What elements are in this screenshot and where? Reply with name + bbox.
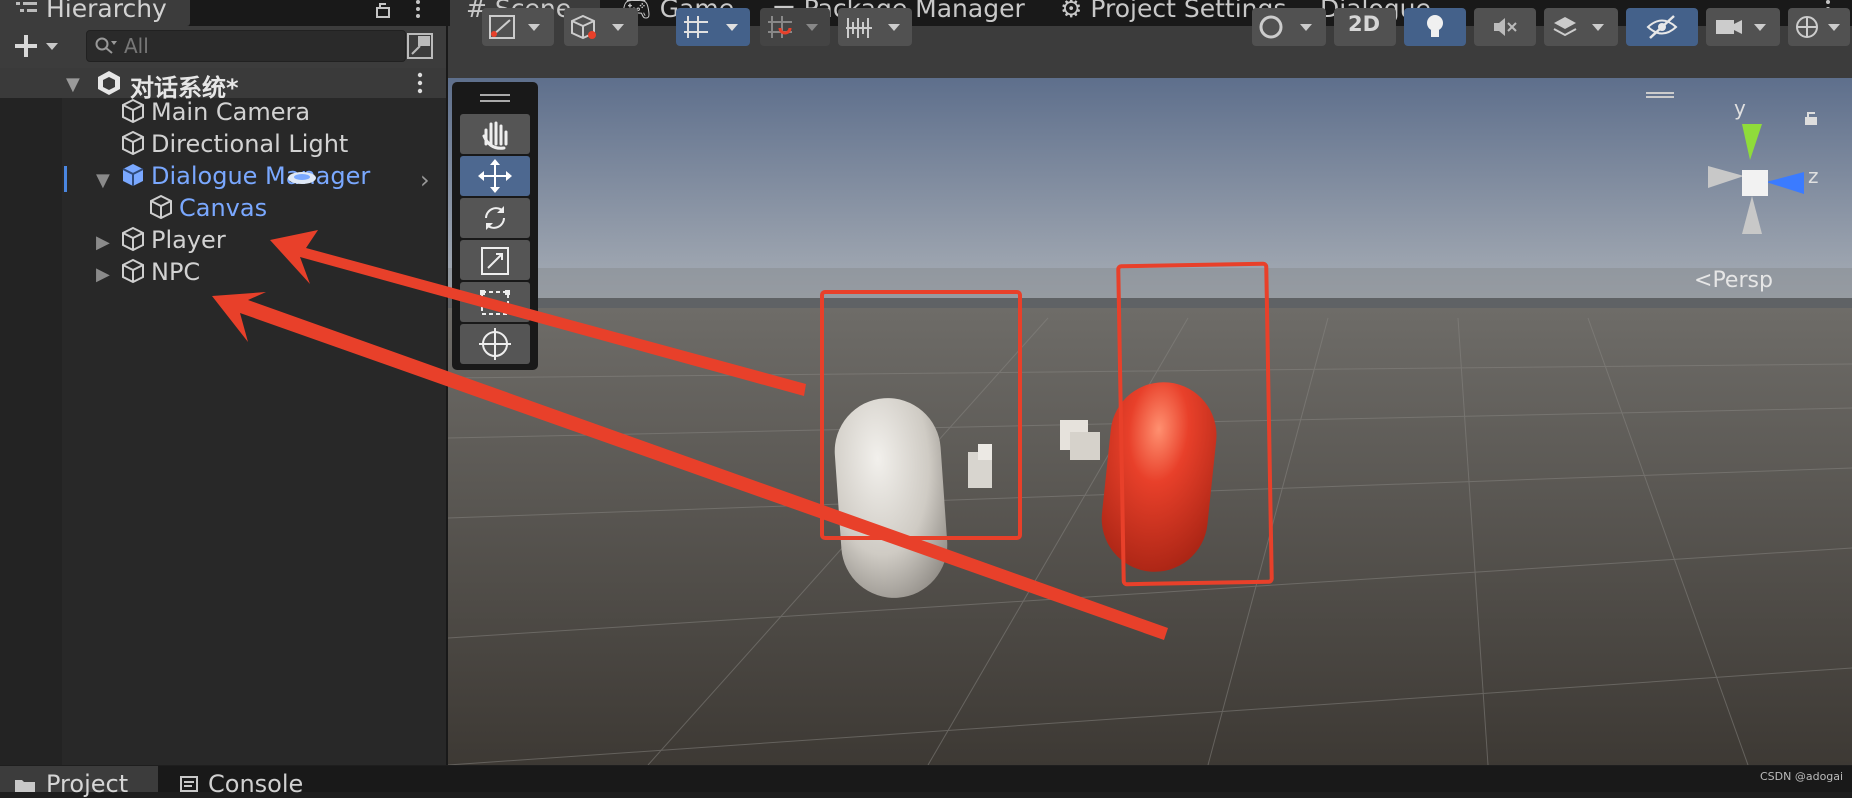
tab-project[interactable]: Project	[0, 766, 158, 798]
tab-project-label: Project	[46, 770, 129, 798]
tab-console-label: Console	[208, 770, 304, 798]
arrow-to-player	[270, 230, 806, 396]
watermark: CSDN @adogai	[1760, 770, 1844, 783]
folder-icon	[15, 780, 35, 792]
console-icon	[180, 776, 198, 792]
annotation-arrows	[212, 230, 1168, 640]
arrow-to-npc	[212, 292, 1168, 640]
tab-console[interactable]: Console	[178, 766, 328, 798]
